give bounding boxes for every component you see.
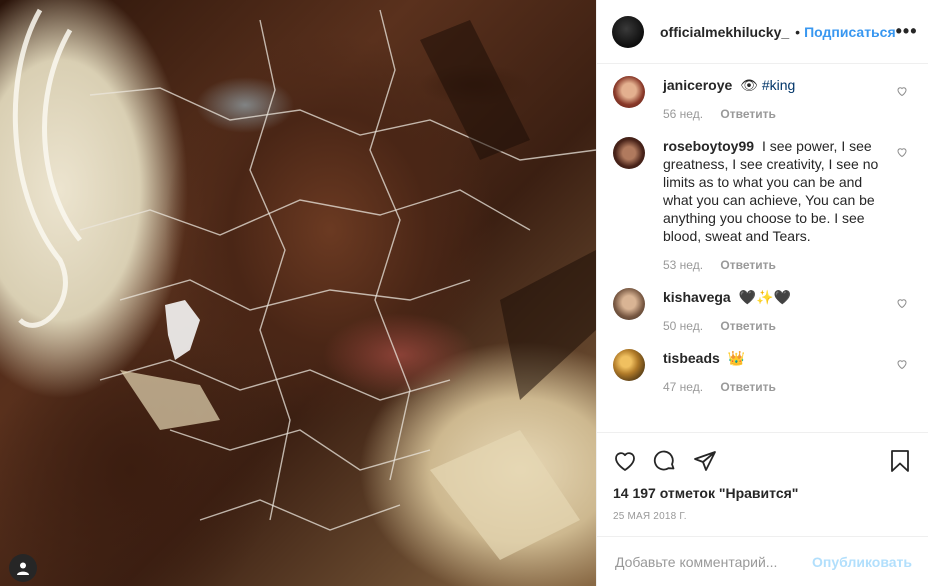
comment-hashtag[interactable]: #king [762,77,795,93]
likes-count[interactable]: 14 197 отметок "Нравится" [613,485,912,501]
comment-item: tisbeads 👑 47 нед. Ответить [613,349,912,394]
reply-button[interactable]: Ответить [720,319,775,333]
comment-text: 👑 [727,350,746,366]
post-date: 25 МАЯ 2018 Г. [613,511,687,522]
comment-avatar[interactable] [613,137,645,169]
comment-button[interactable] [653,449,677,473]
author-username[interactable]: officialmekhilucky_ [660,24,789,40]
post-photo[interactable] [0,0,596,586]
post-header: officialmekhilucky_ • Подписаться ••• [597,0,928,64]
header-separator: • [795,23,801,40]
post-actions: 14 197 отметок "Нравится" 25 МАЯ 2018 Г. [597,432,928,536]
share-icon [694,451,716,471]
comment-avatar[interactable] [613,76,645,108]
heart-icon [615,452,635,471]
save-button[interactable] [888,449,912,473]
comment-icon [653,450,675,471]
comments-list: janiceroye 👁 #king 56 нед. Ответить rose… [597,64,928,432]
post-side-panel: officialmekhilucky_ • Подписаться ••• ja… [596,0,928,586]
more-options-button[interactable]: ••• [896,21,918,42]
comment-avatar[interactable] [613,288,645,320]
comment-input[interactable] [613,552,813,571]
like-button[interactable] [613,449,637,473]
photo-crack-overlay [12,8,596,560]
reply-button[interactable]: Ответить [720,380,775,394]
comment-item: kishavega 🖤✨🖤 50 нед. Ответить [613,288,912,333]
comment-time[interactable]: 56 нед. [663,107,703,121]
comment-time[interactable]: 47 нед. [663,380,703,394]
comment-item: janiceroye 👁 #king 56 нед. Ответить [613,76,912,121]
comment-time[interactable]: 53 нед. [663,258,703,272]
share-button[interactable] [693,449,717,473]
comment-username[interactable]: roseboytoy99 [663,138,754,154]
comment-like-heart-icon[interactable] [896,145,908,163]
comment-like-heart-icon[interactable] [896,296,908,314]
reply-button[interactable]: Ответить [720,107,775,121]
publish-comment-button[interactable]: Опубликовать [812,554,912,570]
comment-username[interactable]: janiceroye [663,77,732,93]
comment-username[interactable]: tisbeads [663,350,720,366]
comment-text: 🖤✨🖤 [738,289,791,305]
follow-button[interactable]: Подписаться [804,24,896,40]
reply-button[interactable]: Ответить [720,258,775,272]
tagged-users-button[interactable] [9,554,37,582]
comment-like-heart-icon[interactable] [896,84,908,102]
author-avatar[interactable] [612,15,644,48]
comment-text: 👁 [740,77,762,93]
comment-time[interactable]: 50 нед. [663,319,703,333]
user-icon [17,562,29,575]
comment-username[interactable]: kishavega [663,289,731,305]
comment-item: roseboytoy99 I see power, I see greatnes… [613,137,912,272]
post-dialog: officialmekhilucky_ • Подписаться ••• ja… [0,0,928,586]
add-comment-bar: Опубликовать [597,536,928,586]
bookmark-icon [891,450,909,472]
comment-like-heart-icon[interactable] [896,357,908,375]
comment-avatar[interactable] [613,349,645,381]
action-icon-row [613,441,912,481]
